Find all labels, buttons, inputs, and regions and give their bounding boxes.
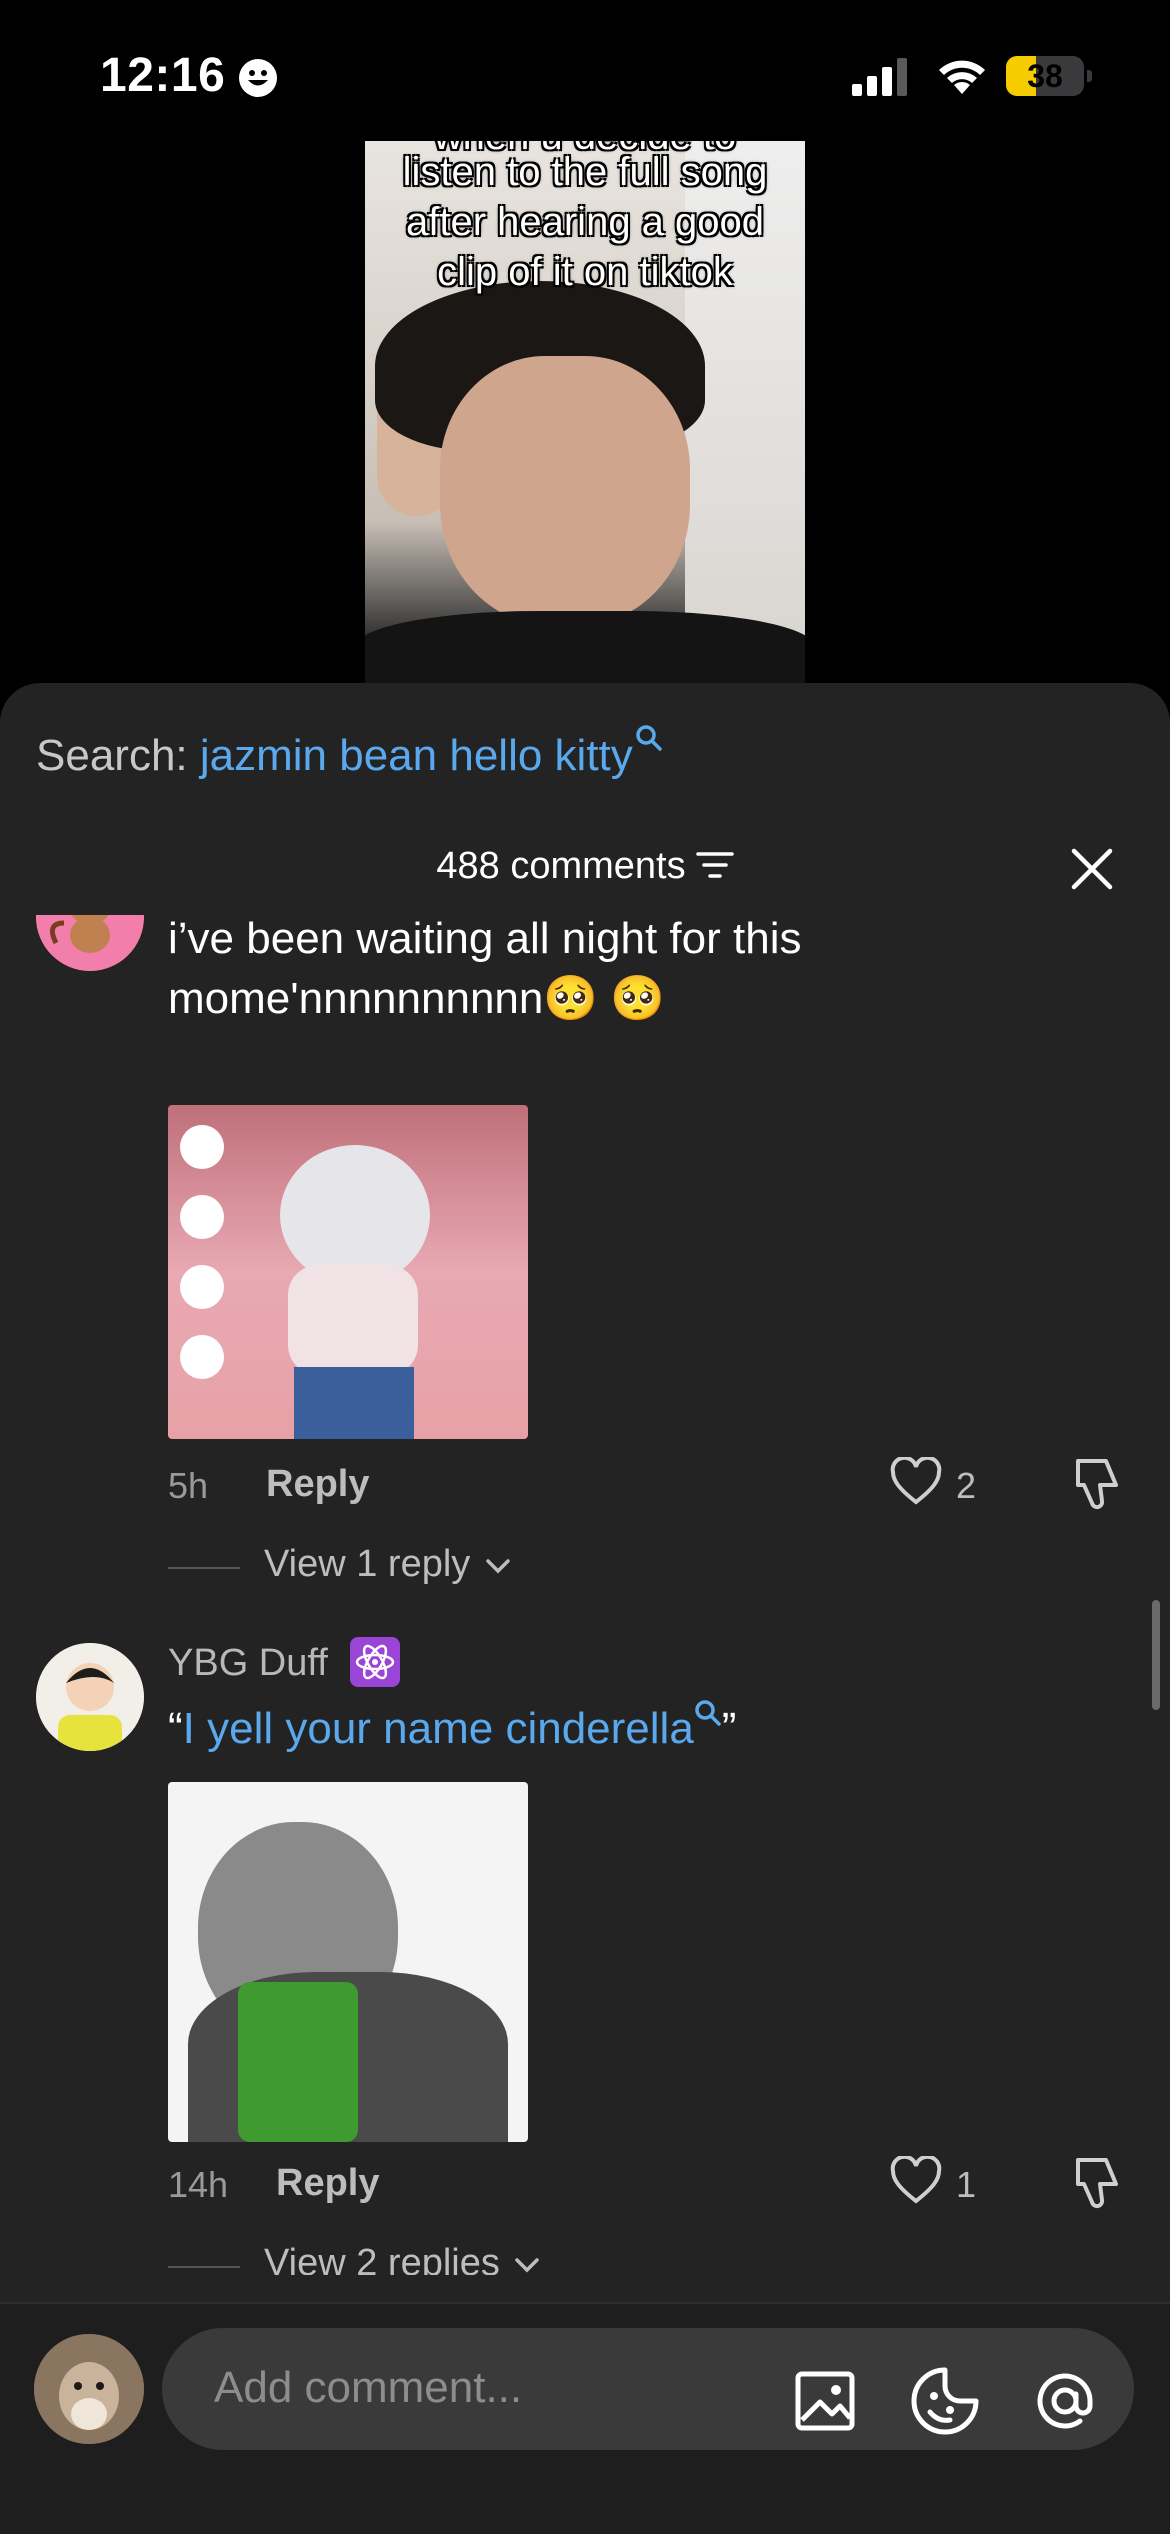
add-comment-placeholder: Add comment... (214, 2363, 523, 2412)
avatar[interactable] (36, 915, 144, 971)
monkey-avatar-image (36, 915, 144, 971)
mention-icon[interactable] (1030, 2366, 1100, 2436)
filter-icon[interactable] (695, 849, 734, 881)
image-icon[interactable] (790, 2366, 860, 2436)
dislike-icon[interactable] (1072, 2154, 1124, 2210)
smiley-icon (239, 59, 277, 97)
view-replies-label: View 2 replies (264, 2242, 500, 2275)
chevron-down-icon (486, 1559, 510, 1574)
search-icon (636, 725, 662, 751)
divider (168, 1567, 240, 1569)
user-avatar[interactable] (34, 2334, 144, 2444)
comment-composer: Add comment... (0, 2302, 1170, 2534)
emoji-sticker-icon[interactable] (910, 2366, 980, 2436)
view-replies-button[interactable]: View 1 reply (264, 1543, 511, 1586)
search-highlight-link[interactable]: I yell your name cinderella (183, 1704, 694, 1753)
comment-username[interactable]: YBG Duff (168, 1642, 328, 1685)
view-replies-label: View 1 reply (264, 1543, 471, 1585)
search-label: Search: (36, 731, 188, 780)
person-face-image (440, 356, 690, 626)
scrollbar[interactable] (1152, 1600, 1160, 1710)
atom-icon (350, 1637, 400, 1687)
comments-count: 488 comments (436, 845, 686, 887)
heart-icon[interactable] (890, 1457, 942, 1507)
video-caption-partial: when u decide to (365, 141, 805, 161)
reply-button[interactable]: Reply (276, 2162, 379, 2205)
comment-gif-image[interactable] (168, 1782, 528, 2142)
video-caption-line: clip of it on tiktok (437, 250, 733, 294)
comment-text: “I yell your name cinderella ” (168, 1699, 736, 1759)
heart-icon[interactable] (890, 2156, 942, 2206)
comments-header: 488 comments (0, 845, 1170, 888)
like-count: 1 (956, 2164, 977, 2205)
comment-time: 5h (168, 1465, 209, 1506)
search-suggestion[interactable]: Search: jazmin bean hello kitty (36, 725, 663, 781)
comment-gif-image[interactable] (168, 1105, 528, 1439)
cellular-signal-icon (852, 58, 907, 96)
reply-button[interactable]: Reply (266, 1463, 369, 1506)
video-caption: when u decide to listen to the full song… (365, 141, 805, 297)
chevron-down-icon (515, 2258, 540, 2273)
battery-indicator: 38 (1006, 56, 1092, 96)
status-time: 12:16 (100, 49, 226, 102)
comments-sheet: Search: jazmin bean hello kitty 488 comm… (0, 683, 1170, 2532)
divider (168, 2266, 240, 2268)
view-replies-button[interactable]: View 2 replies (264, 2242, 540, 2275)
avatar[interactable] (36, 1643, 144, 1751)
video-caption-line: after hearing a good (405, 200, 765, 244)
squirrel-avatar-image (34, 2334, 144, 2444)
quote-mark: ” (721, 1704, 737, 1753)
add-comment-input[interactable]: Add comment... (162, 2328, 1134, 2450)
comments-list[interactable]: i’ve been waiting all night for this mom… (0, 915, 1170, 2275)
like-count: 2 (956, 1465, 977, 1506)
video-player[interactable]: when u decide to listen to the full song… (365, 141, 805, 686)
close-icon[interactable] (1068, 845, 1116, 893)
dislike-icon[interactable] (1072, 1455, 1124, 1511)
comment-time: 14h (168, 2164, 229, 2205)
quote-mark: “ (168, 1704, 183, 1753)
cartoon-avatar-image (36, 1643, 144, 1751)
comment-text-line: i’ve been waiting all night for this (168, 915, 802, 963)
status-bar: 12:16 38 (0, 0, 1170, 140)
comment-text: i’ve been waiting all night for this mom… (168, 915, 1128, 1029)
search-icon (695, 1700, 721, 1726)
comment-text-line: mome'nnnnnnnnnn🥺 🥺 (168, 974, 666, 1023)
search-query-link[interactable]: jazmin bean hello kitty (200, 731, 633, 780)
wifi-icon (939, 60, 985, 94)
battery-percent: 38 (1027, 58, 1063, 94)
